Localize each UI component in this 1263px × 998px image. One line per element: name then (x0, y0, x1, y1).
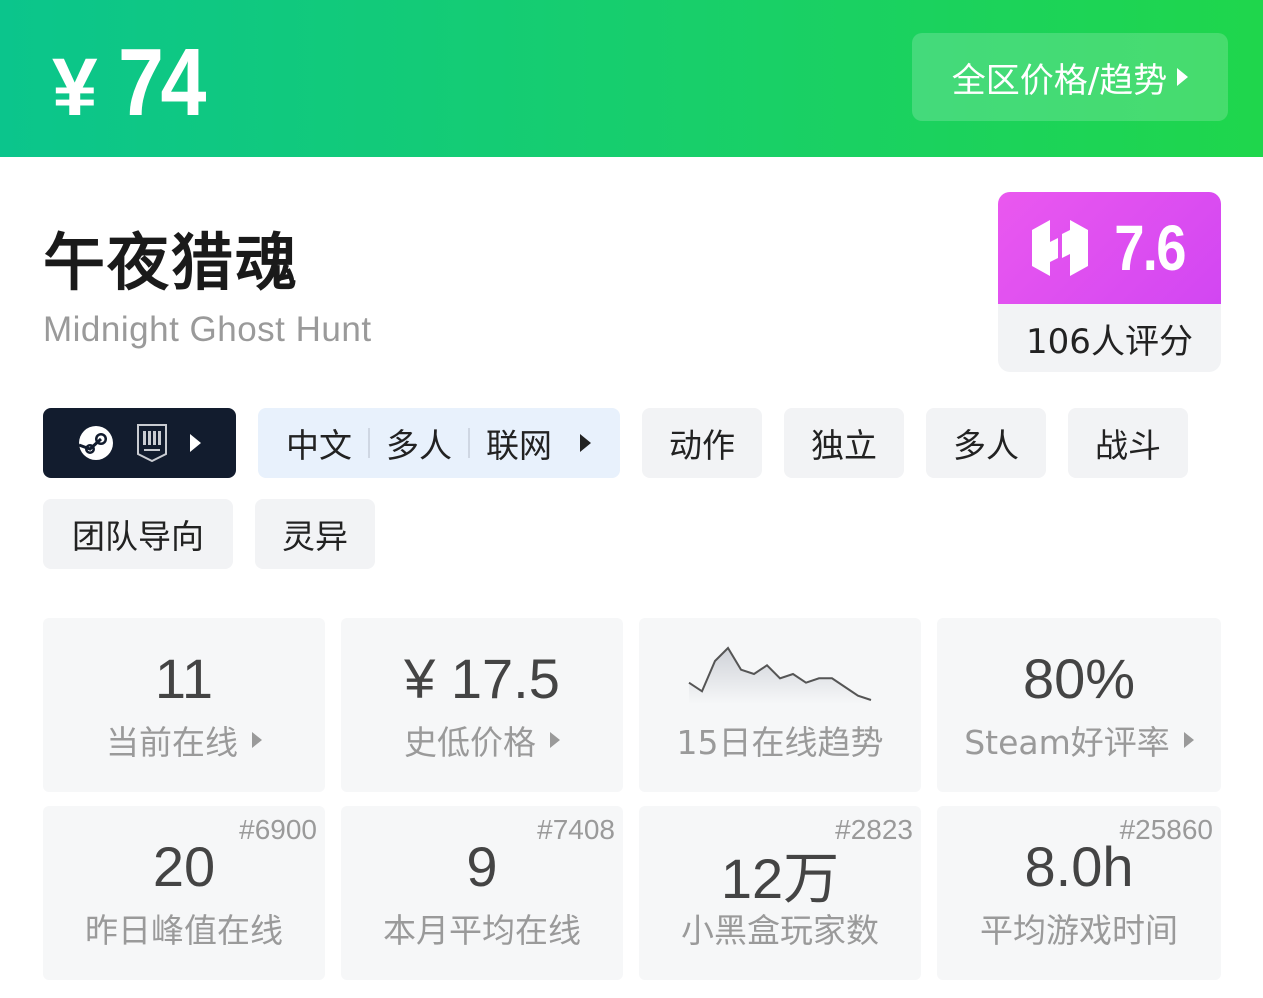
sparkline-area (689, 648, 871, 704)
feature-chinese: 中文 (286, 426, 352, 465)
monthly-average-label: 本月平均在线 (383, 911, 581, 950)
heybox-players-label: 小黑盒玩家数 (681, 911, 879, 950)
chevron-right-icon (252, 732, 262, 748)
score-raters: 106人评分 (1026, 321, 1193, 362)
divider (468, 428, 470, 458)
steam-icon (78, 426, 113, 460)
chevron-right-icon (1183, 732, 1194, 748)
average-playtime-label: 平均游戏时间 (980, 911, 1178, 950)
stat-current-online[interactable]: 11 当前在线 (43, 618, 325, 792)
divider (368, 428, 370, 458)
feature-online: 联网 (486, 426, 552, 465)
heybox-logo-icon (1032, 220, 1089, 276)
score-card[interactable]: 7.6 106人评分 (998, 192, 1221, 372)
stat-online-trend[interactable]: 15日在线趋势 (639, 618, 921, 792)
yesterday-peak-value: 20 (152, 835, 216, 898)
tag-action[interactable]: 动作 (642, 408, 762, 478)
price-value: 74 (117, 29, 206, 136)
lowest-price-label: 史低价格 (404, 723, 536, 762)
score-header: 7.6 (998, 192, 1221, 304)
tag-indie[interactable]: 独立 (784, 408, 904, 478)
steam-rating-label: Steam好评率 (964, 723, 1170, 762)
region-price-trend-button[interactable]: 全区价格/趋势 (912, 33, 1228, 121)
stat-lowest-price[interactable]: ¥ 17.5 史低价格 (341, 618, 623, 792)
stat-yesterday-peak[interactable]: #6900 20 昨日峰值在线 (43, 806, 325, 980)
average-playtime-value: 8.0h (1024, 835, 1134, 898)
tag-combat[interactable]: 战斗 (1068, 408, 1188, 478)
score-value: 7.6 (1114, 212, 1186, 284)
game-subtitle: Midnight Ghost Hunt (43, 310, 372, 349)
heybox-players-value: 12万 (720, 847, 840, 910)
chevron-right-icon (580, 434, 591, 452)
chevron-right-icon (190, 434, 201, 452)
lowest-price-value: ¥ 17.5 (404, 647, 560, 710)
online-trend-label: 15日在线趋势 (676, 723, 884, 762)
chevron-right-icon (550, 732, 560, 748)
online-trend-sparkline (688, 646, 872, 704)
currency-symbol: ¥ (52, 42, 98, 133)
stat-steam-rating[interactable]: 80% Steam好评率 (937, 618, 1221, 792)
current-online-value: 11 (154, 647, 214, 710)
monthly-average-value: 9 (466, 835, 498, 898)
stat-monthly-average[interactable]: #7408 9 本月平均在线 (341, 806, 623, 980)
features-tag[interactable]: 中文 多人 联网 (258, 408, 620, 478)
yesterday-peak-label: 昨日峰值在线 (85, 911, 283, 950)
price-header: ¥ 74 全区价格/趋势 (0, 0, 1263, 157)
epic-games-icon (137, 424, 167, 462)
chevron-right-icon (1177, 68, 1189, 86)
feature-multiplayer: 多人 (386, 426, 452, 465)
game-title: 午夜猎魂 (43, 226, 300, 299)
tag-team-oriented[interactable]: 团队导向 (43, 499, 233, 569)
current-online-label: 当前在线 (106, 723, 238, 762)
platform-button[interactable] (43, 408, 236, 478)
stat-average-playtime[interactable]: #25860 8.0h 平均游戏时间 (937, 806, 1221, 980)
current-price: ¥ 74 (52, 28, 216, 138)
steam-rating-value: 80% (1022, 647, 1136, 710)
tag-multiplayer[interactable]: 多人 (926, 408, 1046, 478)
stat-heybox-players[interactable]: #2823 12万 小黑盒玩家数 (639, 806, 921, 980)
tag-paranormal[interactable]: 灵异 (255, 499, 375, 569)
region-price-trend-label: 全区价格/趋势 (951, 60, 1168, 101)
